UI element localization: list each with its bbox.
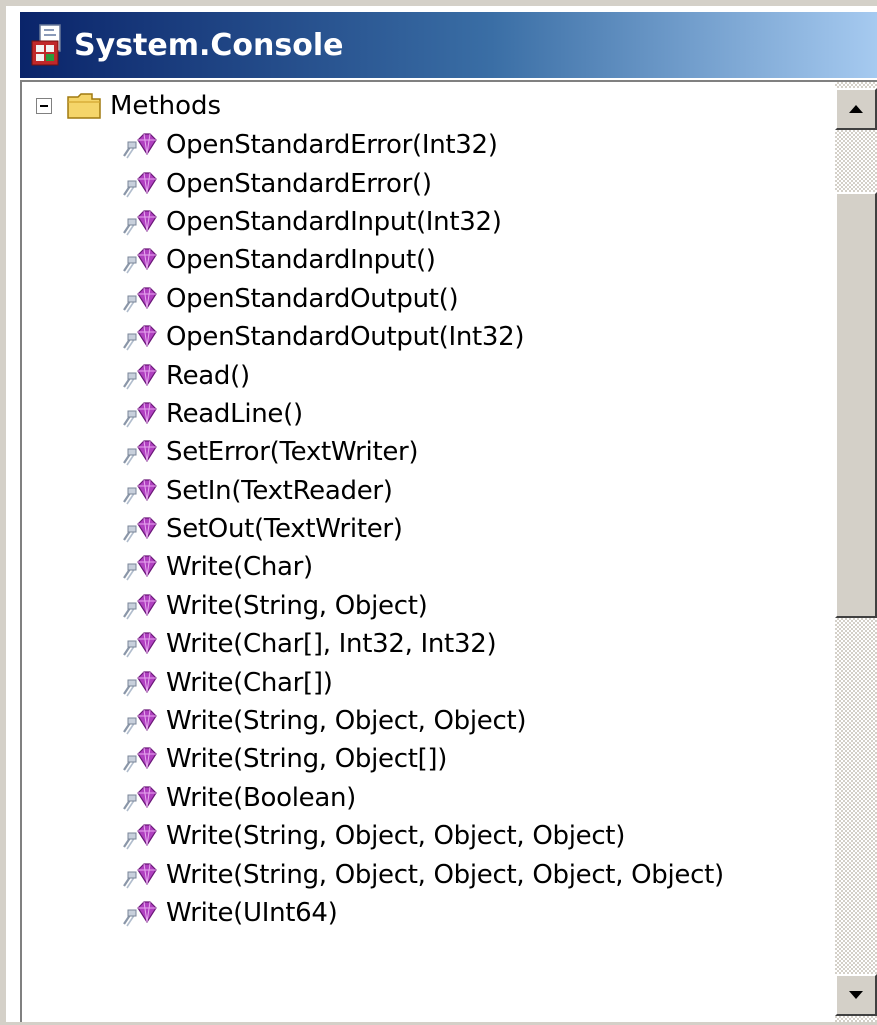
static-method-icon	[118, 821, 160, 851]
static-method-icon	[118, 898, 160, 928]
class-icon	[30, 23, 70, 67]
method-item[interactable]: OpenStandardOutput()	[118, 280, 724, 318]
method-item[interactable]: Write(UInt64)	[118, 894, 724, 932]
static-method-icon	[118, 514, 160, 544]
method-label: SetError(TextWriter)	[166, 437, 419, 468]
method-label: Write(String, Object[])	[166, 744, 448, 775]
static-method-icon	[118, 284, 160, 314]
vertical-scrollbar[interactable]	[835, 80, 877, 1022]
method-label: ReadLine()	[166, 398, 303, 429]
tree-node-methods[interactable]: Methods	[36, 88, 221, 124]
method-item[interactable]: Write(Char[])	[118, 663, 724, 701]
method-item[interactable]: SetError(TextWriter)	[118, 433, 724, 471]
method-label: OpenStandardError()	[166, 168, 432, 199]
method-label: SetIn(TextReader)	[166, 475, 393, 506]
method-label: Write(String, Object, Object, Object, Ob…	[166, 859, 724, 890]
static-method-icon	[118, 552, 160, 582]
method-label: Write(String, Object)	[166, 590, 428, 621]
static-method-icon	[118, 783, 160, 813]
method-item[interactable]: Write(String, Object, Object)	[118, 702, 724, 740]
method-label: OpenStandardOutput()	[166, 283, 459, 314]
static-method-icon	[118, 629, 160, 659]
window-title: System.Console	[74, 27, 344, 63]
method-label: Write(String, Object, Object, Object)	[166, 821, 626, 852]
static-method-icon	[118, 207, 160, 237]
method-item[interactable]: Read()	[118, 356, 724, 394]
method-item[interactable]: Write(Boolean)	[118, 779, 724, 817]
method-label: OpenStandardOutput(Int32)	[166, 322, 525, 353]
static-method-icon	[118, 130, 160, 160]
method-item[interactable]: Write(Char)	[118, 548, 724, 586]
title-bar[interactable]: System.Console	[20, 12, 877, 78]
method-label: Write(String, Object, Object)	[166, 706, 527, 737]
static-method-icon	[118, 860, 160, 890]
scroll-thumb[interactable]	[835, 192, 877, 618]
method-item[interactable]: SetOut(TextWriter)	[118, 510, 724, 548]
method-label: OpenStandardInput()	[166, 245, 436, 276]
method-item[interactable]: SetIn(TextReader)	[118, 472, 724, 510]
static-method-icon	[118, 437, 160, 467]
static-method-icon	[118, 744, 160, 774]
method-label: Write(Char[])	[166, 667, 333, 698]
member-tree[interactable]: Methods OpenStandardError(Int32) OpenSta…	[20, 80, 835, 1022]
method-item[interactable]: Write(Char[], Int32, Int32)	[118, 625, 724, 663]
static-method-icon	[118, 361, 160, 391]
method-label: Write(UInt64)	[166, 898, 338, 928]
method-list: OpenStandardError(Int32) OpenStandardErr…	[118, 126, 724, 932]
method-item[interactable]: OpenStandardError()	[118, 164, 724, 202]
method-label: Write(Char)	[166, 552, 313, 583]
method-item[interactable]: Write(String, Object)	[118, 587, 724, 625]
static-method-icon	[118, 245, 160, 275]
scroll-up-arrow-icon	[849, 105, 863, 113]
static-method-icon	[118, 591, 160, 621]
method-item[interactable]: ReadLine()	[118, 395, 724, 433]
method-label: OpenStandardError(Int32)	[166, 130, 498, 161]
static-method-icon	[118, 322, 160, 352]
method-item[interactable]: Write(String, Object, Object, Object, Ob…	[118, 855, 724, 893]
method-label: OpenStandardInput(Int32)	[166, 206, 502, 237]
method-item[interactable]: Write(String, Object, Object, Object)	[118, 817, 724, 855]
static-method-icon	[118, 668, 160, 698]
method-label: Write(Char[], Int32, Int32)	[166, 629, 497, 660]
method-label: SetOut(TextWriter)	[166, 514, 403, 545]
scroll-down-arrow-icon	[849, 991, 863, 999]
static-method-icon	[118, 169, 160, 199]
method-item[interactable]: OpenStandardOutput(Int32)	[118, 318, 724, 356]
static-method-icon	[118, 399, 160, 429]
folder-icon	[66, 91, 102, 121]
method-item[interactable]: OpenStandardInput()	[118, 241, 724, 279]
collapse-toggle-icon[interactable]	[36, 98, 52, 114]
static-method-icon	[118, 476, 160, 506]
tree-node-label: Methods	[110, 91, 222, 121]
method-item[interactable]: OpenStandardError(Int32)	[118, 126, 724, 164]
scroll-up-button[interactable]	[835, 88, 877, 130]
static-method-icon	[118, 706, 160, 736]
method-label: Write(Boolean)	[166, 782, 357, 813]
method-item[interactable]: Write(String, Object[])	[118, 740, 724, 778]
method-label: Read()	[166, 360, 250, 391]
method-item[interactable]: OpenStandardInput(Int32)	[118, 203, 724, 241]
scroll-down-button[interactable]	[835, 974, 877, 1016]
